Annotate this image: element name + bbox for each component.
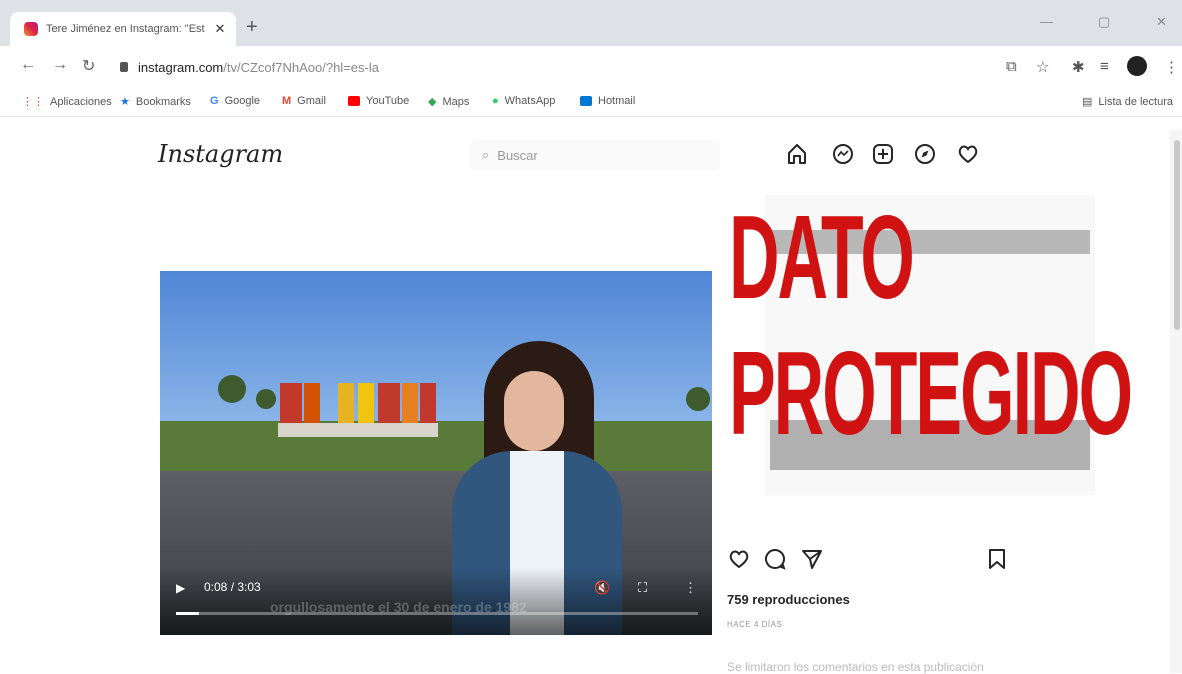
sign-letter-a (378, 383, 400, 423)
new-post-icon[interactable] (872, 142, 894, 166)
sign-letter-l (338, 383, 354, 423)
close-tab-icon[interactable]: ✕ (210, 21, 230, 37)
maximize-icon[interactable]: ▢ (1098, 14, 1110, 30)
comments-limited-notice: Se limitaron los comentarios en esta pub… (727, 660, 984, 674)
share-icon[interactable]: ⧉ (1006, 58, 1017, 75)
bookmark-maps[interactable]: ◆ Maps (428, 95, 469, 109)
bookmark-star-icon[interactable]: ☆ (1036, 58, 1049, 76)
minimize-icon[interactable]: — (1040, 14, 1053, 29)
back-icon[interactable]: ← (20, 56, 36, 74)
reload-icon[interactable]: ↻ (82, 56, 95, 76)
video-time: 0:08 / 3:03 (204, 580, 261, 594)
browser-tab[interactable]: Tere Jiménez en Instagram: "Est ✕ (10, 12, 236, 46)
close-window-icon[interactable]: ✕ (1156, 14, 1167, 30)
explore-compass-icon[interactable] (914, 142, 936, 166)
play-icon[interactable]: ▶ (176, 581, 185, 595)
scrollbar-thumb[interactable] (1174, 140, 1180, 330)
sign-letter-n (402, 383, 418, 423)
forward-icon[interactable]: → (52, 56, 68, 74)
comment-icon[interactable] (763, 547, 787, 571)
sign-base (278, 423, 438, 437)
extensions-puzzle-icon[interactable]: ✱ (1072, 58, 1085, 76)
search-placeholder: Buscar (497, 147, 538, 163)
video-tree (686, 387, 710, 411)
reading-list-button[interactable]: ▤ Lista de lectura (1082, 95, 1173, 109)
new-tab-button[interactable]: + (246, 16, 258, 39)
lock-icon (120, 62, 128, 72)
search-icon: ⌕ (482, 147, 490, 162)
bookmark-hotmail[interactable]: Hotmail (580, 95, 635, 107)
instagram-favicon-icon (24, 22, 38, 36)
gmail-icon: M (282, 95, 292, 107)
messenger-icon[interactable] (832, 142, 854, 166)
mute-icon[interactable]: 🔇 (594, 580, 610, 596)
video-options-icon[interactable]: ⋮ (684, 580, 697, 596)
bookmark-google[interactable]: G Google (210, 95, 260, 107)
google-icon: G (210, 95, 219, 107)
video-progress-fill (176, 612, 199, 615)
profile-avatar[interactable] (1127, 56, 1147, 76)
video-progress-bar[interactable] (176, 612, 698, 615)
presenter-face (504, 371, 564, 451)
bookmark-youtube[interactable]: YouTube (348, 95, 409, 107)
video-tree (256, 389, 276, 409)
reading-list-icon: ▤ (1082, 96, 1093, 108)
youtube-icon (348, 96, 360, 106)
apps-grid-icon: ⋮⋮ (22, 96, 44, 108)
hotmail-icon (580, 96, 592, 106)
sign-letter-l (358, 383, 374, 423)
url-path: /tv/CZcof7NhAoo/?hl=es-la (223, 59, 379, 75)
menu-kebab-icon[interactable]: ⋮ (1164, 58, 1179, 76)
activity-heart-icon[interactable] (956, 142, 980, 166)
fullscreen-icon[interactable]: ⛶ (638, 580, 647, 596)
redaction-label: DATO PROTEGIDO (728, 190, 1133, 460)
bookmark-whatsapp[interactable]: ● WhatsApp (492, 95, 555, 107)
home-icon[interactable] (786, 142, 808, 166)
bookmark-bookmarks[interactable]: ★ Bookmarks (120, 95, 191, 109)
sign-letter-l (304, 383, 320, 423)
address-bar[interactable]: instagram.com /tv/CZcof7NhAoo/?hl=es-la (112, 52, 992, 82)
view-count: 759 reproducciones (727, 592, 850, 607)
sign-letter-e (280, 383, 302, 423)
post-time: HACE 4 DÍAS (727, 620, 783, 629)
share-direct-icon[interactable] (800, 547, 824, 571)
instagram-logo[interactable]: Instagram (158, 140, 283, 168)
save-bookmark-icon[interactable] (986, 547, 1008, 571)
tab-title: Tere Jiménez en Instagram: "Est (46, 23, 205, 35)
bookmark-apps[interactable]: ⋮⋮ Aplicaciones (22, 95, 112, 109)
video-tree (218, 375, 246, 403)
star-icon: ★ (120, 96, 130, 108)
media-queue-icon[interactable]: ≡ (1100, 58, 1109, 75)
bookmark-gmail[interactable]: M Gmail (282, 95, 326, 107)
search-input[interactable]: ⌕ Buscar (470, 140, 720, 170)
sign-letter-o (420, 383, 436, 423)
url-host: instagram.com (138, 59, 224, 75)
video-player[interactable]: orgullosamente el 30 de enero de 1982 ▶ … (160, 271, 712, 635)
like-heart-icon[interactable] (727, 547, 751, 571)
maps-icon: ◆ (428, 96, 437, 108)
whatsapp-icon: ● (492, 95, 499, 107)
